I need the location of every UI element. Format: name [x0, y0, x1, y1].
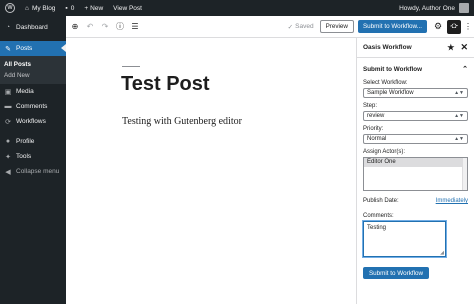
add-block-icon[interactable]: ⊕: [69, 21, 81, 33]
workflows-icon: ⟳: [5, 118, 11, 126]
home-icon: ⌂: [25, 4, 29, 12]
submit-workflow-button[interactable]: Submit to Workflow: [363, 267, 429, 279]
new-label: New: [90, 4, 104, 12]
site-name-link[interactable]: ⌂ My Blog: [20, 0, 60, 16]
comment-bubble-icon: ▪: [65, 4, 68, 12]
priority-label: Priority:: [363, 126, 384, 132]
comments-count: 0: [70, 4, 75, 12]
select-workflow-label: Select Workflow:: [363, 80, 408, 86]
howdy-text: Howdy, Author One: [399, 4, 455, 12]
undo-icon[interactable]: ↶: [84, 21, 96, 33]
my-account-menu[interactable]: Howdy, Author One: [394, 0, 474, 16]
tools-icon: ✦: [5, 153, 11, 161]
step-label: Step:: [363, 103, 378, 109]
comments-textarea[interactable]: Testing ◢: [363, 221, 446, 257]
paragraph-block[interactable]: Testing with Gutenberg editor: [122, 116, 242, 127]
sidebar-item-label: Tools: [16, 153, 32, 160]
comments-icon: ▬: [4, 103, 12, 110]
post-title[interactable]: Test Post: [121, 73, 210, 96]
step-value: review: [367, 113, 385, 119]
publish-date-row: Publish Date: Immediately: [357, 198, 474, 204]
section-title: Submit to Workflow: [363, 65, 422, 73]
comments-value: Testing: [367, 225, 387, 231]
priority-value: Normal: [367, 136, 387, 142]
avatar: [459, 3, 469, 13]
sidebar-item-label: Profile: [16, 138, 35, 145]
panel-header: Oasis Workflow ★ ✕: [357, 38, 474, 58]
title-divider: [122, 66, 140, 67]
submit-to-workflow-button[interactable]: Submit to Workflow...: [357, 20, 427, 33]
admin-bar: W ⌂ My Blog ▪ 0 + New View Post Howdy, A…: [0, 0, 474, 16]
listbox-scrollbar[interactable]: [462, 158, 467, 190]
admin-sidebar: ◔ Dashboard ✎ Posts All Posts Add New ▣ …: [0, 16, 66, 304]
chevron-up-icon: ⌃: [462, 66, 468, 73]
comments-label: Comments:: [363, 213, 394, 219]
posts-submenu: All Posts Add New: [0, 56, 66, 84]
submenu-add-new[interactable]: Add New: [0, 70, 66, 81]
user-icon: ●: [5, 138, 11, 145]
actor-option[interactable]: Editor One: [364, 158, 467, 167]
select-arrows-icon: ▲▼: [454, 113, 464, 119]
preview-button[interactable]: Preview: [319, 20, 354, 33]
sidebar-item-label: Workflows: [16, 118, 46, 125]
oasis-workflow-icon[interactable]: ⛮: [447, 19, 461, 34]
gear-icon[interactable]: ⚙: [432, 21, 444, 33]
sidebar-item-posts[interactable]: ✎ Posts: [0, 41, 66, 56]
step-select[interactable]: review ▲▼: [363, 111, 468, 121]
oasis-workflow-panel: Oasis Workflow ★ ✕ Submit to Workflow ⌃ …: [356, 38, 474, 304]
select-arrows-icon: ▲▼: [454, 90, 464, 96]
sidebar-item-profile[interactable]: ● Profile: [0, 134, 66, 149]
wordpress-logo-icon: W: [5, 3, 15, 13]
editor-canvas: Test Post Testing with Gutenberg editor: [66, 38, 356, 304]
workflow-field: Select Workflow: Sample Workflow ▲▼ Step…: [357, 80, 474, 191]
close-icon[interactable]: ✕: [460, 42, 468, 53]
more-options-icon[interactable]: ⋮: [464, 22, 472, 31]
view-post-label: View Post: [113, 4, 142, 12]
info-icon[interactable]: ⓘ: [114, 21, 126, 33]
saved-label: Saved: [295, 23, 314, 30]
sidebar-item-label: Comments: [16, 103, 48, 110]
sidebar-item-label: Collapse menu: [16, 168, 60, 175]
new-content-link[interactable]: + New: [79, 0, 108, 16]
site-name: My Blog: [31, 4, 56, 12]
sidebar-item-dashboard[interactable]: ◔ Dashboard: [0, 20, 66, 35]
sidebar-collapse-menu[interactable]: ◀ Collapse menu: [0, 164, 66, 179]
plus-icon: +: [84, 4, 89, 12]
sidebar-item-label: Media: [16, 88, 34, 95]
sidebar-item-media[interactable]: ▣ Media: [0, 84, 66, 99]
dashboard-icon: ◔: [5, 24, 11, 31]
sidebar-item-label: Posts: [16, 45, 33, 52]
sidebar-item-tools[interactable]: ✦ Tools: [0, 149, 66, 164]
star-icon[interactable]: ★: [447, 43, 454, 52]
priority-select[interactable]: Normal ▲▼: [363, 134, 468, 144]
publish-date-label: Publish Date:: [363, 198, 399, 204]
toolbar-right: ✓ Saved Preview Submit to Workflow... ⚙ …: [288, 19, 474, 34]
workflow-value: Sample Workflow: [367, 90, 414, 96]
assign-actors-listbox[interactable]: Editor One: [363, 157, 468, 191]
resize-handle-icon[interactable]: ◢: [440, 250, 444, 256]
saved-status: ✓ Saved: [288, 23, 314, 31]
sidebar-item-comments[interactable]: ▬ Comments: [0, 99, 66, 114]
collapse-icon: ◀: [5, 168, 11, 176]
submit-section-toggle[interactable]: Submit to Workflow ⌃: [357, 58, 474, 80]
redo-icon[interactable]: ↷: [99, 21, 111, 33]
comments-field: Comments:: [357, 213, 474, 219]
submenu-all-posts[interactable]: All Posts: [0, 59, 66, 70]
sidebar-item-label: Dashboard: [16, 24, 48, 31]
view-post-link[interactable]: View Post: [108, 0, 147, 16]
wp-logo-menu[interactable]: W: [0, 0, 20, 16]
pin-icon: ✎: [5, 45, 11, 53]
comments-link[interactable]: ▪ 0: [60, 0, 79, 16]
panel-title: Oasis Workflow: [363, 44, 412, 51]
media-icon: ▣: [4, 88, 12, 96]
check-icon: ✓: [287, 23, 294, 31]
workflow-select[interactable]: Sample Workflow ▲▼: [363, 88, 468, 98]
assign-actors-label: Assign Actor(s):: [363, 149, 406, 155]
block-navigation-icon[interactable]: ☰: [129, 21, 141, 33]
sidebar-item-workflows[interactable]: ⟳ Workflows: [0, 114, 66, 129]
select-arrows-icon: ▲▼: [454, 136, 464, 142]
publish-date-link[interactable]: Immediately: [436, 198, 468, 204]
editor-toolbar: ⊕ ↶ ↷ ⓘ ☰ ✓ Saved Preview Submit to Work…: [66, 16, 474, 38]
